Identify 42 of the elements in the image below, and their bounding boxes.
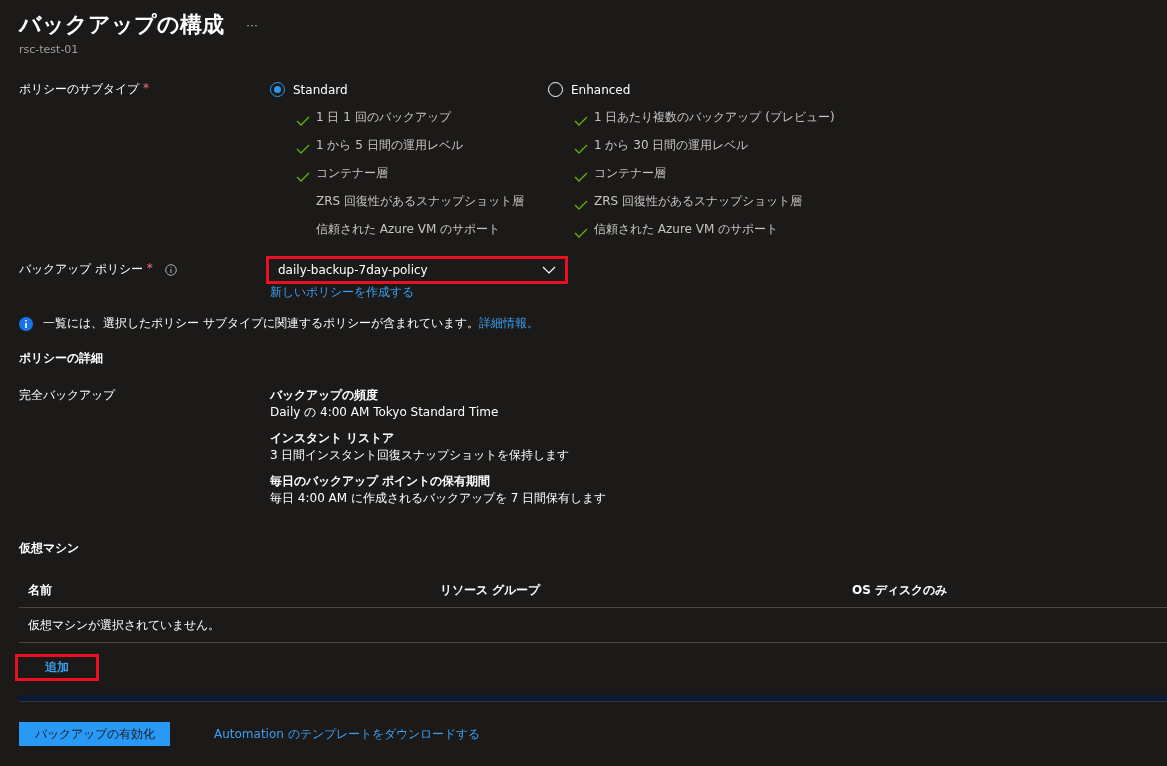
radio-option[interactable]: Standard <box>270 81 524 98</box>
learn-more-link[interactable]: 詳細情報。 <box>478 316 539 330</box>
page-title: バックアップの構成 <box>19 11 224 39</box>
info-message: 一覧には、選択したポリシー サブタイプに関連するポリシーが含まれています。詳細情報。 <box>43 315 539 332</box>
create-policy-link[interactable]: 新しいポリシーを作成する <box>270 284 414 301</box>
column-header: OS ディスクのみ <box>851 581 949 599</box>
feature-text: 1 日 1 回のバックアップ <box>316 109 451 126</box>
policy-dropdown[interactable]: daily-backup-7day-policy <box>266 256 568 284</box>
detail-title: バックアップの頻度 <box>270 387 379 404</box>
feature-text: 信頼された Azure VM のサポート <box>316 221 501 238</box>
detail-title: 毎日のバックアップ ポイントの保有期間 <box>270 473 492 490</box>
download-template-link[interactable]: Automation のテンプレートをダウンロードする <box>214 725 480 743</box>
field-label: ポリシーのサブタイプ <box>19 81 139 98</box>
enable-backup-button[interactable]: バックアップの有効化 <box>19 722 170 746</box>
add-button[interactable]: 追加 <box>15 654 99 681</box>
section-heading: ポリシーの詳細 <box>18 350 104 367</box>
more-button[interactable]: ··· <box>246 18 258 32</box>
feature-text: 1 日あたり複数のバックアップ (プレビュー) <box>594 109 835 126</box>
detail-text: 3 日間インスタント回復スナップショットを保持します <box>270 447 571 464</box>
section-heading: 仮想マシン <box>17 540 80 557</box>
detail-label: 完全バックアップ <box>19 387 115 404</box>
feature-text: コンテナー層 <box>316 165 388 182</box>
required-mark: * <box>146 261 153 275</box>
feature-text: ZRS 回復性があるスナップショット層 <box>594 193 802 210</box>
info-icon <box>19 316 33 331</box>
resource-name: rsc-test-01 <box>18 42 80 56</box>
feature-text: コンテナー層 <box>594 165 666 182</box>
feature-text: ZRS 回復性があるスナップショット層 <box>316 193 524 210</box>
info-icon <box>164 264 177 276</box>
detail-text: Daily の 4:00 AM Tokyo Standard Time <box>270 404 500 421</box>
radio-option[interactable]: Enhanced <box>548 81 835 98</box>
feature-text: 信頼された Azure VM のサポート <box>594 221 779 238</box>
required-mark: * <box>143 81 149 95</box>
feature-text: 1 から 5 日間の運用レベル <box>316 137 463 154</box>
detail-text: 毎日 4:00 AM に作成されるバックアップを 7 日間保有します <box>270 490 608 507</box>
feature-text: 1 から 30 日間の運用レベル <box>594 137 749 154</box>
column-header: 名前 <box>27 581 53 599</box>
empty-message: 仮想マシンが選択されていません。 <box>27 616 221 634</box>
column-header: リソース グループ <box>439 581 542 599</box>
detail-title: インスタント リストア <box>270 430 396 447</box>
chevron-down-icon <box>542 266 556 274</box>
field-label: バックアップ ポリシー <box>19 261 143 278</box>
